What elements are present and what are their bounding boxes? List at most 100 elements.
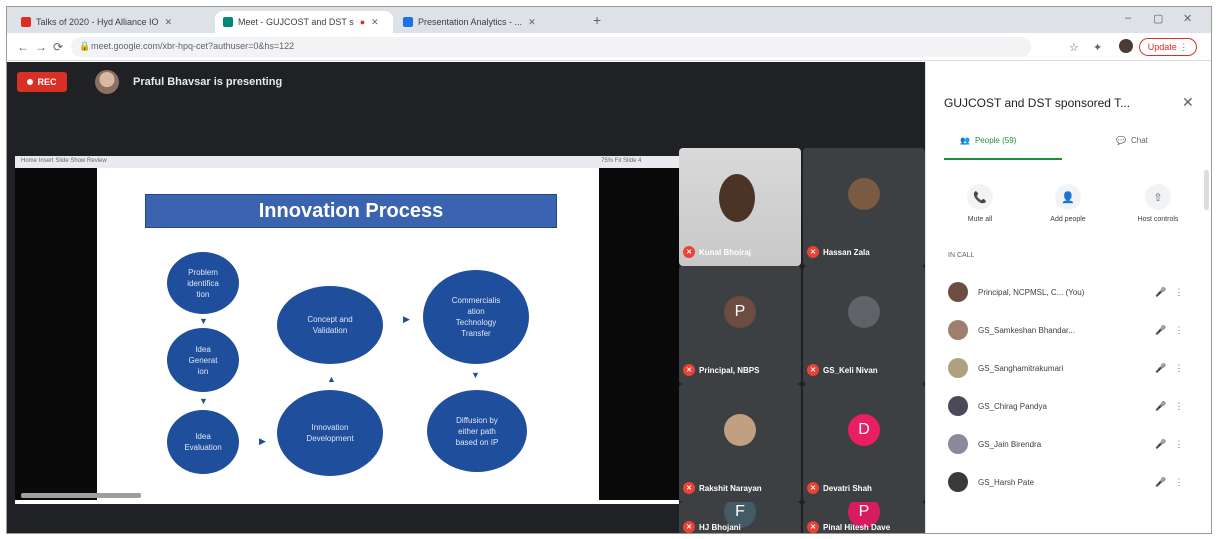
quick-action-label: Mute all (967, 216, 993, 223)
participant-name-row: ✕ Pinal Hitesh Dave (807, 521, 921, 533)
address-bar[interactable]: 🔒 meet.google.com/xbr-hpq-cet?authuser=0… (71, 37, 1031, 57)
close-panel-icon[interactable]: ✕ (1182, 94, 1194, 111)
meeting-title: GUJCOST and DST sponsored T... (944, 96, 1131, 110)
url-text: meet.google.com/xbr-hpq-cet?authuser=0&h… (91, 41, 295, 51)
participant-avatar (724, 414, 756, 446)
reload-icon[interactable]: ⟳ (53, 40, 63, 54)
shared-app-ribbon: Home Insert Slide Show Review 75% Fit Sl… (15, 156, 679, 168)
new-tab-button[interactable]: + (593, 12, 601, 28)
avatar (948, 472, 968, 492)
panel-scrollbar[interactable] (1204, 170, 1209, 210)
participant-tile[interactable]: P ✕ Principal, NBPS (679, 266, 801, 384)
participant-tile[interactable]: ✕ GS_Keli Nivan (803, 266, 925, 384)
mute-all-button[interactable]: 📞 Mute all (940, 184, 1020, 223)
participant-name-row: ✕ Rakshit Narayan (683, 482, 797, 494)
more-options-icon[interactable]: ⋮ (1170, 439, 1188, 450)
close-window-icon[interactable]: ✕ (1183, 12, 1192, 25)
participant-tile[interactable]: F ✕ HJ Bhojani (679, 502, 801, 533)
mic-off-icon: ✕ (683, 364, 695, 376)
more-options-icon[interactable]: ⋮ (1170, 401, 1188, 412)
participant-name: Kunal Bhoiraj (699, 247, 752, 257)
mic-icon[interactable]: 🎤 (1152, 439, 1170, 450)
participant-tile[interactable]: ✕ Rakshit Narayan (679, 384, 801, 502)
mic-icon[interactable]: 🎤 (1152, 401, 1170, 412)
participant-tile[interactable]: P ✕ Pinal Hitesh Dave (803, 502, 925, 533)
participant-row-name: GS_Sanghamitrakumari (978, 363, 1064, 373)
people-icon: 👥 (960, 136, 970, 145)
participant-name-row: ✕ Hassan Zala (807, 246, 921, 258)
extension-icon[interactable]: ✦ (1093, 41, 1102, 54)
avatar (948, 434, 968, 454)
section-label: IN CALL (948, 252, 975, 259)
browser-tab-talks[interactable]: Talks of 2020 - Hyd Alliance IO ✕ (13, 11, 213, 33)
more-options-icon[interactable]: ⋮ (1170, 477, 1188, 488)
participant-tile[interactable]: D ✕ Devatri Shah (803, 384, 925, 502)
browser-tab-presentation[interactable]: Presentation Analytics - ... ✕ (395, 11, 585, 33)
profile-avatar[interactable] (1119, 39, 1133, 53)
mic-icon[interactable]: 🎤 (1152, 477, 1170, 488)
star-icon[interactable]: ☆ (1069, 41, 1079, 54)
mic-icon[interactable]: 🎤 (1152, 325, 1170, 336)
tab-close-icon[interactable]: ✕ (371, 17, 379, 28)
arrow-down-icon: ▼ (199, 316, 208, 326)
add-people-button[interactable]: 👤 Add people (1028, 184, 1108, 223)
mic-off-icon: ✕ (683, 521, 695, 533)
avatar (948, 358, 968, 378)
browser-tab-meet[interactable]: Meet - GUJCOST and DST s ● ✕ (215, 11, 393, 33)
tab-close-icon[interactable]: ✕ (528, 17, 536, 28)
tab-chat[interactable]: 💬 Chat (1116, 136, 1148, 145)
letterbox-right (599, 168, 679, 500)
host-controls-button[interactable]: ⇧ Host controls (1118, 184, 1198, 223)
more-options-icon[interactable]: ⋮ (1170, 363, 1188, 374)
share-icon: ⇧ (1145, 184, 1171, 210)
participant-tile[interactable]: ✕ Hassan Zala (803, 148, 925, 266)
forward-icon[interactable]: → (35, 40, 47, 54)
shared-horizontal-scrollbar[interactable] (21, 493, 141, 498)
mic-icon[interactable]: 🎤 (1152, 287, 1170, 298)
participant-avatar: D (848, 414, 880, 446)
participant-avatar: P (724, 296, 756, 328)
tab-label: Talks of 2020 - Hyd Alliance IO (36, 17, 159, 27)
participant-name: Principal, NBPS (699, 365, 760, 375)
tab-close-icon[interactable]: ✕ (165, 17, 173, 28)
participant-name: Hassan Zala (823, 247, 870, 257)
more-options-icon[interactable]: ⋮ (1170, 325, 1188, 336)
arrow-up-icon: ▲ (327, 374, 336, 384)
presenter-avatar (95, 70, 119, 94)
circle-idea-evaluation: Idea Evaluation (167, 410, 239, 474)
participant-row-name: GS_Chirag Pandya (978, 401, 1047, 411)
meet-favicon-icon (223, 17, 233, 27)
presentation-slide: Innovation Process Problem identifica ti… (97, 168, 599, 504)
participant-avatar (848, 296, 880, 328)
tab-strip: Talks of 2020 - Hyd Alliance IO ✕ Meet -… (7, 7, 1211, 33)
mic-icon[interactable]: 🎤 (1152, 363, 1170, 374)
chat-icon: 💬 (1116, 136, 1126, 145)
circle-diffusion: Diffusion by either path based on IP (427, 390, 527, 472)
back-icon[interactable]: ← (17, 40, 29, 54)
minimize-icon[interactable]: – (1125, 12, 1131, 24)
mic-off-icon: ✕ (683, 482, 695, 494)
participant-row[interactable]: GS_Sanghamitrakumari 🎤 ⋮ (948, 354, 1188, 382)
participant-row[interactable]: Principal, NCPMSL, C... (You) 🎤 ⋮ (948, 278, 1188, 306)
tab-people[interactable]: 👥 People (59) (960, 136, 1016, 145)
participant-row[interactable]: GS_Chirag Pandya 🎤 ⋮ (948, 392, 1188, 420)
shared-ribbon-right: 75% Fit Slide 4 (601, 158, 642, 164)
avatar (948, 320, 968, 340)
mic-off-icon: ✕ (807, 521, 819, 533)
circle-innovation-development: Innovation Development (277, 390, 383, 476)
participant-row[interactable]: GS_Jain Birendra 🎤 ⋮ (948, 430, 1188, 458)
participant-row-name: GS_Jain Birendra (978, 439, 1042, 449)
more-options-icon[interactable]: ⋮ (1170, 287, 1188, 298)
tab-chat-label: Chat (1130, 136, 1148, 145)
participant-face (719, 174, 755, 222)
maximize-icon[interactable]: ▢ (1153, 12, 1163, 25)
update-button[interactable]: Update ⋮ (1139, 38, 1197, 56)
participant-row[interactable]: GS_Harsh Pate 🎤 ⋮ (948, 468, 1188, 496)
tab-people-label: People (59) (974, 136, 1017, 145)
lock-icon: 🔒 (79, 41, 91, 51)
mic-off-icon: ✕ (807, 482, 819, 494)
participant-row[interactable]: GS_Samkeshan Bhandar... 🎤 ⋮ (948, 316, 1188, 344)
phone-icon: 📞 (967, 184, 993, 210)
recording-label: REC (37, 77, 57, 87)
participant-tile[interactable]: ✕ Kunal Bhoiraj (679, 148, 801, 266)
